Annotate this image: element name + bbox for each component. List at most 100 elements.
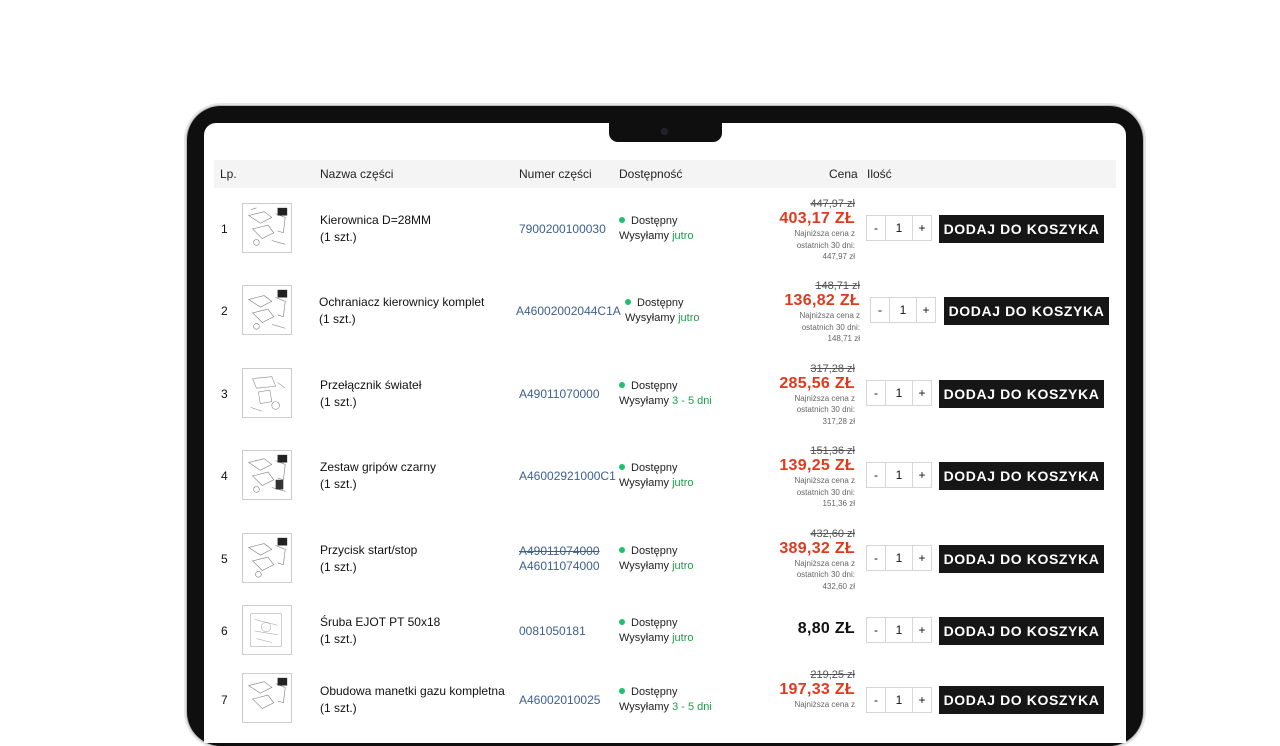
qty-input[interactable]: 1 <box>885 380 913 405</box>
lowest-price-line1: Najniższa cena z <box>794 699 855 709</box>
price-block: 447,97 zł 403,17 ZŁ Najniższa cena z ost… <box>779 198 855 263</box>
qty-input[interactable]: 1 <box>889 298 917 323</box>
table-row: 1 Kierownica D=28MM (1 szt.) 79002001000… <box>214 188 1116 270</box>
header-availability: Dostępność <box>619 167 683 181</box>
part-qty-text: (1 szt.) <box>320 394 357 409</box>
lowest-price-line2: ostatnich 30 dni: <box>801 322 860 332</box>
add-to-cart-button[interactable]: DODAJ DO KOSZYKA <box>939 685 1104 714</box>
screen: Lp. Nazwa części Numer części Dostępność… <box>204 123 1126 743</box>
quantity-stepper: - 1 + <box>866 215 932 241</box>
header-price: Cena <box>829 167 858 181</box>
part-diagram-thumbnail[interactable] <box>242 203 292 253</box>
current-price: 197,33 ZŁ <box>779 680 855 698</box>
availability-label: Dostępny <box>631 544 678 557</box>
part-qty-text: (1 szt.) <box>320 230 357 244</box>
ship-prefix: Wysyłamy <box>619 559 670 572</box>
lowest-price-line2: ostatnich 30 dni: <box>796 487 855 497</box>
price-block: 432,60 zł 389,32 ZŁ Najniższa cena z ost… <box>779 528 855 593</box>
add-to-cart-button[interactable]: DODAJ DO KOSZYKA <box>944 297 1109 326</box>
part-number-link[interactable]: A46002010025 <box>519 693 600 708</box>
qty-minus-button[interactable]: - <box>871 298 889 322</box>
lowest-price-value: 148,71 zł <box>827 334 860 344</box>
add-to-cart-button[interactable]: DODAJ DO KOSZYKA <box>939 616 1104 645</box>
add-to-cart-button[interactable]: DODAJ DO KOSZYKA <box>939 215 1104 243</box>
header-qty: Ilość <box>867 167 892 181</box>
current-price: 285,56 ZŁ <box>779 374 855 392</box>
qty-plus-button[interactable]: + <box>913 618 931 642</box>
qty-input[interactable]: 1 <box>885 545 913 570</box>
current-price: 8,80 ZŁ <box>797 619 855 637</box>
add-to-cart-button[interactable]: DODAJ DO KOSZYKA <box>939 544 1104 573</box>
qty-minus-button[interactable]: - <box>867 463 885 487</box>
quantity-stepper: - 1 + <box>866 616 932 643</box>
table-row: 4 Zestaw gripów czarny (1 szt.) A4600292… <box>214 435 1116 517</box>
qty-plus-button[interactable]: + <box>913 463 931 487</box>
in-stock-dot-icon <box>625 299 631 306</box>
part-diagram-thumbnail[interactable] <box>242 604 292 655</box>
header-name: Nazwa części <box>320 167 394 181</box>
qty-input[interactable]: 1 <box>885 687 913 712</box>
add-to-cart-button[interactable]: DODAJ DO KOSZYKA <box>939 462 1104 491</box>
qty-plus-button[interactable]: + <box>913 546 931 570</box>
qty-minus-button[interactable]: - <box>867 688 885 712</box>
ship-time: jutro <box>672 230 694 242</box>
part-qty-text: (1 szt.) <box>320 559 357 574</box>
row-index: 2 <box>221 304 228 319</box>
part-qty-text: (1 szt.) <box>320 631 357 646</box>
row-index: 1 <box>221 222 228 236</box>
qty-plus-button[interactable]: + <box>913 688 931 712</box>
qty-plus-button[interactable]: + <box>913 216 931 240</box>
old-part-number[interactable]: A49011074000 <box>519 544 600 559</box>
in-stock-dot-icon <box>619 618 625 625</box>
qty-minus-button[interactable]: - <box>867 381 885 405</box>
part-name[interactable]: Zestaw gripów czarny <box>320 459 436 476</box>
qty-plus-button[interactable]: + <box>917 298 935 322</box>
qty-minus-button[interactable]: - <box>867 618 885 642</box>
table-row: 7 Obudowa manetki gazu kompletna (1 szt.… <box>214 663 1116 743</box>
price-block: 148,71 zł 136,82 ZŁ Najniższa cena z ost… <box>784 280 860 345</box>
ship-prefix: Wysyłamy <box>619 394 670 407</box>
lowest-price-line2: ostatnich 30 dni: <box>796 570 855 580</box>
part-qty-text: (1 szt.) <box>319 312 356 327</box>
price-block: 8,80 ZŁ <box>798 620 855 638</box>
qty-input[interactable]: 1 <box>885 216 913 240</box>
lowest-price-line1: Najniższa cena z <box>794 558 855 568</box>
qty-input[interactable]: 1 <box>885 463 913 488</box>
qty-minus-button[interactable]: - <box>867 546 885 570</box>
part-number-link[interactable]: 0081050181 <box>519 624 586 639</box>
part-diagram-thumbnail[interactable] <box>242 450 292 501</box>
part-diagram-thumbnail[interactable] <box>242 285 292 336</box>
part-diagram-thumbnail[interactable] <box>242 672 292 723</box>
old-price: 447,97 zł <box>810 198 855 210</box>
part-name[interactable]: Ochraniacz kierownicy komplet <box>319 294 484 311</box>
part-name[interactable]: Przycisk start/stop <box>320 542 417 559</box>
quantity-stepper: - 1 + <box>866 462 932 489</box>
part-number-link[interactable]: A49011070000 <box>519 387 600 402</box>
old-price: 219,25 zł <box>810 668 855 681</box>
qty-minus-button[interactable]: - <box>867 216 885 240</box>
part-name[interactable]: Przełącznik świateł <box>320 377 421 394</box>
part-name[interactable]: Kierownica D=28MM <box>320 212 431 229</box>
ship-prefix: Wysyłamy <box>619 230 670 242</box>
part-number-link[interactable]: A46002921000C1 <box>519 469 616 484</box>
part-name[interactable]: Obudowa manetki gazu kompletna <box>320 683 505 700</box>
header-lp: Lp. <box>220 167 237 181</box>
part-number-link[interactable]: A46002002044C1A <box>516 304 621 319</box>
table-header: Lp. Nazwa części Numer części Dostępność… <box>214 160 1116 188</box>
qty-plus-button[interactable]: + <box>913 381 931 405</box>
part-number-link[interactable]: A46011074000 <box>519 559 600 574</box>
qty-input[interactable]: 1 <box>885 617 913 642</box>
laptop-frame: Lp. Nazwa części Numer części Dostępność… <box>187 106 1143 746</box>
part-diagram-thumbnail[interactable] <box>242 532 292 583</box>
availability-label: Dostępny <box>631 462 678 475</box>
ship-time: jutro <box>672 477 694 490</box>
in-stock-dot-icon <box>619 381 625 388</box>
part-diagram-thumbnail[interactable] <box>242 367 292 418</box>
availability-label: Dostępny <box>631 685 678 698</box>
part-name[interactable]: Śruba EJOT PT 50x18 <box>320 614 440 631</box>
part-number-link[interactable]: 7900200100030 <box>519 222 606 237</box>
lowest-price-line2: ostatnich 30 dni: <box>796 405 855 415</box>
add-to-cart-button[interactable]: DODAJ DO KOSZYKA <box>939 379 1104 408</box>
ship-time: 3 - 5 dni <box>672 700 712 713</box>
header-number: Numer części <box>519 167 592 181</box>
